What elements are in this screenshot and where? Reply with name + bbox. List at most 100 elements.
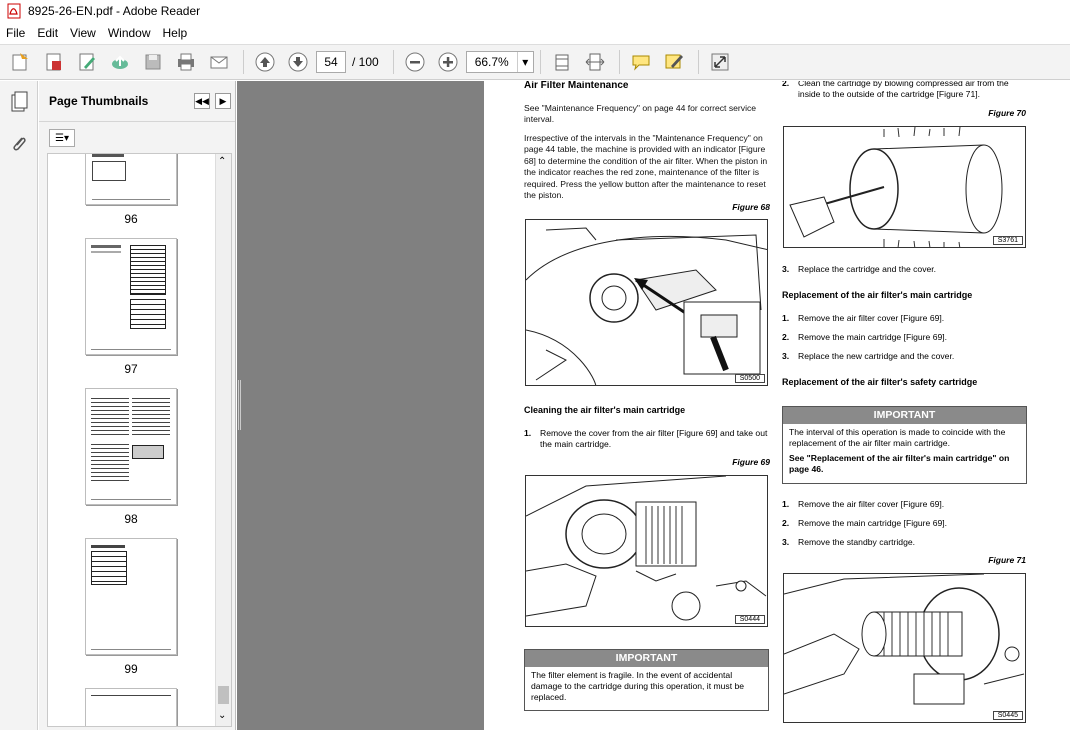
fit-page-icon	[555, 54, 569, 71]
save-button[interactable]	[138, 48, 168, 76]
pdf-file-icon	[7, 3, 21, 19]
figure-70-caption: Figure 70	[988, 108, 1026, 118]
cloud-upload-icon	[112, 55, 128, 69]
arrow-up-circle-icon	[255, 52, 275, 72]
step-text: Replace the cartridge and the cover.	[798, 264, 937, 274]
step-number: 1.	[782, 313, 790, 323]
clean-step-3: 3. Replace the cartridge and the cover.	[782, 264, 1026, 275]
menu-view[interactable]: View	[64, 26, 102, 40]
comment-button[interactable]	[626, 48, 656, 76]
thumbnail-label: 99	[124, 662, 138, 676]
pdf-page[interactable]: Air Filter Maintenance See "Maintenance …	[484, 81, 1070, 730]
replace-safety-step: 3. Remove the standby cartridge.	[782, 537, 1026, 548]
thumbnail-options-button[interactable]: ☰▾	[49, 129, 75, 147]
fit-page-button[interactable]	[547, 48, 577, 76]
step-number: 2.	[782, 81, 790, 88]
safety-cartridge-drawing	[784, 574, 1025, 705]
step-number: 3.	[782, 351, 790, 361]
thumbnail-page-100[interactable]	[85, 688, 177, 726]
envelope-icon	[210, 56, 228, 69]
sign-button[interactable]	[659, 48, 689, 76]
compressed-air-cleaning-drawing	[789, 127, 1003, 247]
toolbar-separator	[243, 50, 244, 74]
previous-page-button[interactable]	[250, 48, 280, 76]
replace-main-step: 2. Remove the main cartridge [Figure 69]…	[782, 332, 1026, 343]
thumbnails-panel: Page Thumbnails ◀◀ ▶ ☰▾ 96 97 98 99 ⌃ ⌄	[39, 81, 236, 730]
print-icon	[178, 53, 194, 71]
fit-width-button[interactable]	[580, 48, 610, 76]
replace-safety-step: 1. Remove the air filter cover [Figure 6…	[782, 499, 1026, 510]
replace-main-heading: Replacement of the air filter's main car…	[782, 290, 973, 300]
sign-pen-icon	[665, 54, 683, 69]
thumbnail-label: 97	[124, 362, 138, 376]
print-button[interactable]	[171, 48, 201, 76]
list-options-icon: ☰▾	[55, 132, 69, 144]
menu-window[interactable]: Window	[102, 26, 157, 40]
step-text: Clean the cartridge by blowing compresse…	[798, 81, 1009, 100]
thumbnails-scroll-area[interactable]: 96 97 98 99 ⌃ ⌄	[47, 153, 232, 727]
air-filter-heading: Air Filter Maintenance	[524, 81, 629, 91]
important-title: IMPORTANT	[783, 407, 1026, 424]
zoom-out-button[interactable]	[400, 48, 430, 76]
expand-panel-button[interactable]: ▶	[215, 93, 231, 109]
clean-step-2: 2. Clean the cartridge by blowing compre…	[782, 81, 1026, 101]
arrow-down-circle-icon	[288, 52, 308, 72]
menu-file[interactable]: File	[0, 26, 31, 40]
thumbnails-scrollbar[interactable]: ⌃ ⌄	[215, 154, 231, 726]
open-button[interactable]	[6, 48, 36, 76]
edit-icon	[79, 53, 95, 71]
chevron-up-icon[interactable]: ⌃	[218, 156, 226, 167]
step-number: 2.	[782, 332, 790, 342]
edit-pdf-button[interactable]	[72, 48, 102, 76]
page-thumbnails-icon[interactable]	[8, 91, 30, 113]
figure-71-caption: Figure 71	[988, 555, 1026, 565]
upload-button[interactable]	[105, 48, 135, 76]
zoom-value: 66.7%	[474, 55, 509, 69]
thumbnail-page-97[interactable]	[85, 238, 177, 355]
important-reference: See "Replacement of the air filter's mai…	[789, 453, 1010, 474]
step-number: 1.	[524, 428, 532, 438]
step-number: 3.	[782, 537, 790, 547]
zoom-in-button[interactable]	[433, 48, 463, 76]
figure-69-id: S0444	[734, 615, 765, 624]
toolbar-separator	[392, 50, 394, 74]
chevron-down-icon[interactable]: ⌄	[218, 710, 226, 721]
thumbnail-page-96[interactable]	[85, 154, 177, 205]
paperclip-icon[interactable]	[8, 133, 30, 155]
collapse-panel-button[interactable]: ◀◀	[194, 93, 210, 109]
thumbnail-label: 98	[124, 512, 138, 526]
zoom-select[interactable]: 66.7% ▾	[465, 51, 534, 73]
plus-circle-icon	[438, 52, 458, 72]
toolbar-separator	[539, 50, 541, 74]
replace-main-step: 1. Remove the air filter cover [Figure 6…	[782, 313, 1026, 324]
fullscreen-button[interactable]	[705, 48, 735, 76]
air-filter-indicator-drawing	[526, 227, 767, 385]
page-number-input[interactable]: 54	[316, 51, 346, 73]
important-body: The interval of this operation is made t…	[789, 427, 1006, 448]
chevron-down-icon[interactable]: ▾	[516, 52, 533, 72]
step-text: Remove the main cartridge [Figure 69].	[798, 518, 948, 528]
menu-edit[interactable]: Edit	[31, 26, 64, 40]
email-button[interactable]	[204, 48, 234, 76]
figure-68-image: S0500	[525, 219, 768, 386]
step-text: Remove the air filter cover [Figure 69].	[798, 499, 945, 509]
figure-69-caption: Figure 69	[732, 457, 770, 467]
save-icon	[145, 54, 161, 70]
thumbnail-page-98[interactable]	[85, 388, 177, 505]
para-indicator: Irrespective of the intervals in the "Ma…	[524, 133, 768, 201]
page-total: / 100	[352, 55, 379, 69]
create-pdf-button[interactable]	[39, 48, 69, 76]
toolbar: 54 / 100 66.7% ▾	[0, 44, 1070, 80]
next-page-button[interactable]	[283, 48, 313, 76]
menu-help[interactable]: Help	[157, 26, 194, 40]
thumbnail-page-99[interactable]	[85, 538, 177, 655]
replace-main-step: 3. Replace the new cartridge and the cov…	[782, 351, 1026, 362]
menu-bar: File Edit View Window Help	[0, 22, 1070, 44]
step-number: 1.	[782, 499, 790, 509]
scrollbar-thumb[interactable]	[218, 686, 229, 704]
panel-splitter[interactable]	[237, 380, 241, 430]
important-title: IMPORTANT	[525, 650, 768, 667]
speech-bubble-icon	[632, 55, 650, 71]
important-box-fragile: IMPORTANT The filter element is fragile.…	[524, 649, 769, 711]
cartridge-removal-drawing	[526, 476, 767, 621]
